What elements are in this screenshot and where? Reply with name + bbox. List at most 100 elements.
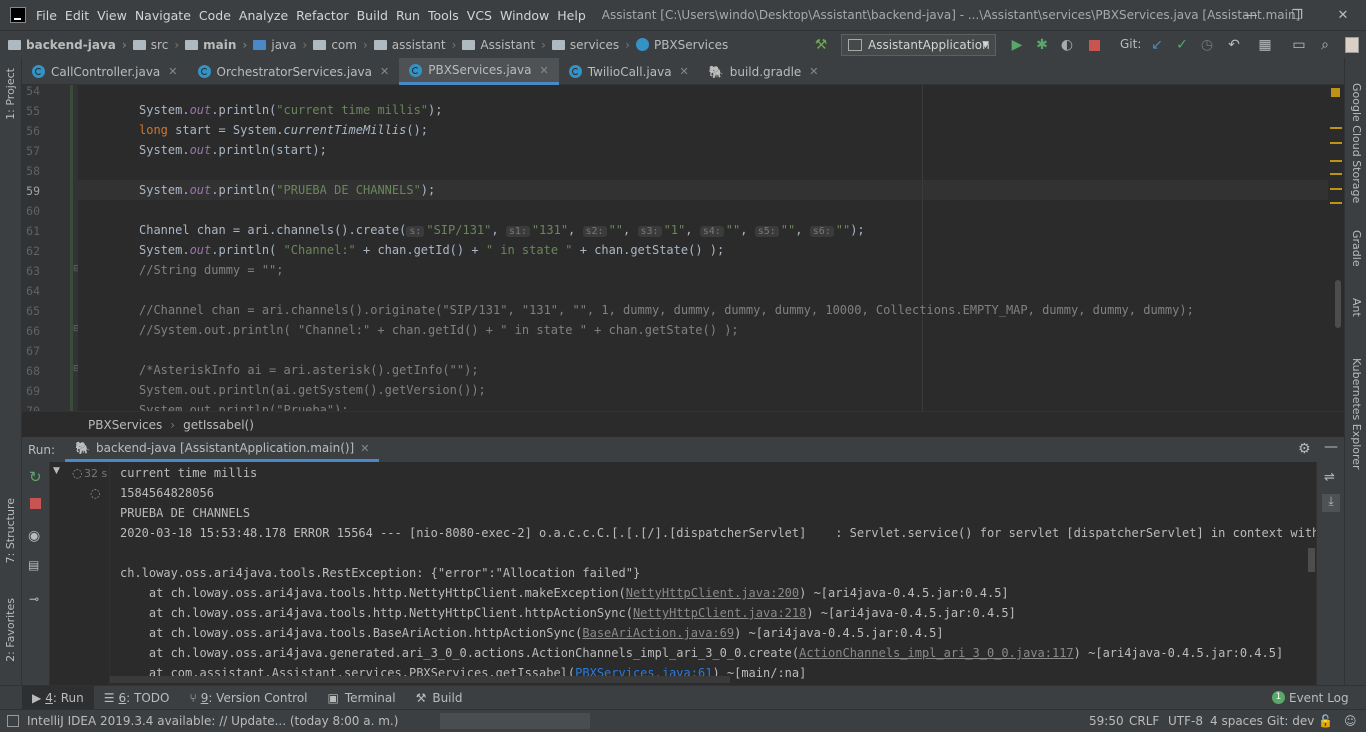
source-link[interactable]: NettyHttpClient.java:200 (626, 586, 799, 600)
tool-todo[interactable]: ☰ 6: TODO (94, 686, 180, 710)
run-tab-backend-java[interactable]: 🐘 backend-java [AssistantApplication.mai… (65, 437, 380, 462)
code-editor[interactable]: System.out.println("current time millis"… (78, 85, 1328, 411)
breadcrumb-com[interactable]: com › (313, 38, 373, 52)
google-cloud-storage-tool-button[interactable]: Google Cloud Storage (1350, 83, 1363, 203)
breadcrumb-backend-java[interactable]: backend-java › (8, 38, 133, 52)
event-log-button[interactable]: 1 Event Log (1262, 686, 1359, 710)
close-icon[interactable]: ✕ (360, 442, 369, 455)
debug-icon[interactable]: ✱ (1033, 36, 1051, 54)
project-tool-button[interactable]: 1: Project (4, 68, 17, 120)
scroll-to-end-icon[interactable]: ⤓ (1322, 494, 1340, 512)
close-icon[interactable]: ✕ (539, 64, 548, 77)
indent-setting[interactable]: 4 spaces (1210, 714, 1263, 728)
restore-button[interactable]: ❐ (1274, 0, 1320, 30)
update-message[interactable]: IntelliJ IDEA 2019.3.4 available: // Upd… (27, 714, 398, 728)
menu-help[interactable]: Help (557, 8, 586, 23)
search-icon[interactable]: ⌕ (1316, 36, 1334, 54)
source-link[interactable]: ActionChannels_impl_ari_3_0_0.java:117 (799, 646, 1074, 660)
kubernetes-explorer-tool-button[interactable]: Kubernetes Explorer (1350, 358, 1363, 470)
line-separator[interactable]: CRLF (1129, 714, 1159, 728)
editor-error-stripe[interactable] (1328, 85, 1344, 411)
coverage-icon[interactable]: ◐ (1058, 36, 1076, 54)
window-layout-icon[interactable]: ▭ (1290, 36, 1308, 54)
console-output[interactable]: current time millis 1584564828056 PRUEBA… (110, 462, 1316, 685)
close-icon[interactable]: ✕ (168, 65, 177, 78)
menu-refactor[interactable]: Refactor (296, 8, 348, 23)
warning-marker[interactable] (1330, 173, 1342, 175)
expand-arrow-icon[interactable]: ▼ (53, 466, 60, 476)
breadcrumb-assistant[interactable]: assistant › (373, 38, 463, 52)
source-link[interactable]: BaseAriAction.java:69 (582, 626, 734, 640)
menu-analyze[interactable]: Analyze (239, 8, 288, 23)
lock-icon[interactable]: 🔓 (1318, 714, 1333, 728)
stop-icon[interactable] (30, 498, 41, 509)
tab-orchestratorservices[interactable]: OrchestratorServices.java ✕ (188, 58, 400, 85)
warning-marker[interactable] (1330, 127, 1342, 129)
inspector-icon[interactable]: ☺ (1344, 714, 1357, 728)
menu-build[interactable]: Build (357, 8, 388, 23)
stop-icon[interactable] (1085, 36, 1103, 54)
warning-marker[interactable] (1330, 142, 1342, 144)
pin-icon[interactable]: ⊸ (29, 592, 39, 606)
close-window-button[interactable]: ✕ (1320, 0, 1366, 30)
eye-icon[interactable]: ◉ (28, 528, 40, 544)
menu-run[interactable]: Run (396, 8, 420, 23)
menu-window[interactable]: Window (500, 8, 549, 23)
tab-build-gradle[interactable]: 🐘 build.gradle ✕ (699, 58, 829, 85)
rollback-icon[interactable]: ↶ (1225, 36, 1243, 54)
breadcrumb-services[interactable]: services › (551, 38, 636, 52)
menu-tools[interactable]: Tools (428, 8, 459, 23)
git-update-icon[interactable]: ↙ (1148, 36, 1166, 54)
close-icon[interactable]: ✕ (380, 65, 389, 78)
favorites-tool-button[interactable]: 2: Favorites (4, 598, 17, 662)
hide-panel-icon[interactable]: — (1324, 439, 1338, 455)
breadcrumb-main[interactable]: main › (185, 38, 253, 52)
cursor-position[interactable]: 59:50 (1089, 714, 1124, 728)
close-icon[interactable]: ✕ (809, 65, 818, 78)
minimize-button[interactable]: — (1228, 0, 1274, 30)
tab-callcontroller[interactable]: CallController.java ✕ (22, 58, 188, 85)
layout-toggle-icon[interactable] (7, 715, 19, 727)
tab-twiliocall[interactable]: TwilioCall.java ✕ (559, 58, 699, 85)
run-icon[interactable]: ▶ (1008, 36, 1026, 54)
close-icon[interactable]: ✕ (680, 65, 689, 78)
tab-pbxservices[interactable]: PBXServices.java ✕ (399, 58, 559, 85)
build-hammer-icon[interactable]: ⚒ (812, 36, 830, 54)
tool-run[interactable]: ▶ 4: Run (22, 685, 94, 710)
soft-wrap-icon[interactable]: ⇌ (1324, 470, 1335, 485)
menu-code[interactable]: Code (199, 8, 231, 23)
tool-version-control[interactable]: ⑂ 9: Version Control (179, 686, 317, 710)
breadcrumb-src[interactable]: src › (132, 38, 185, 52)
ant-tool-button[interactable]: Ant (1350, 298, 1363, 317)
git-history-icon[interactable]: ◷ (1198, 36, 1216, 54)
git-branch[interactable]: Git: dev (1267, 714, 1314, 728)
structure-tool-button[interactable]: 7: Structure (4, 498, 17, 563)
breadcrumb-method[interactable]: getIssabel() (183, 418, 254, 432)
tool-terminal[interactable]: ▣ Terminal (318, 686, 406, 710)
rerun-icon[interactable]: ↻ (29, 468, 42, 486)
menu-edit[interactable]: Edit (65, 8, 89, 23)
breadcrumb-Assistant[interactable]: Assistant › (462, 38, 551, 52)
warning-marker[interactable] (1330, 188, 1342, 190)
menu-file[interactable]: File (36, 8, 57, 23)
source-link[interactable]: NettyHttpClient.java:218 (633, 606, 806, 620)
console-hscroll-thumb[interactable] (110, 676, 730, 683)
git-commit-icon[interactable]: ✓ (1173, 36, 1191, 54)
user-avatar-icon[interactable] (1343, 36, 1361, 54)
menu-vcs[interactable]: VCS (467, 8, 492, 23)
menu-navigate[interactable]: Navigate (135, 8, 191, 23)
gear-icon[interactable]: ⚙ (1298, 441, 1311, 457)
editor-scrollbar-thumb[interactable] (1335, 280, 1341, 328)
console-scrollbar-thumb[interactable] (1308, 548, 1315, 572)
breadcrumb-pbxservices[interactable]: PBXServices (635, 38, 728, 52)
warning-indicator-icon[interactable] (1331, 88, 1340, 97)
layout-icon[interactable]: ▤ (28, 558, 39, 572)
warning-marker[interactable] (1330, 160, 1342, 162)
file-encoding[interactable]: UTF-8 (1168, 714, 1203, 728)
tool-build[interactable]: ⚒ Build (406, 686, 473, 710)
run-configuration-select[interactable]: AssistantApplication ▼ (841, 34, 996, 56)
warning-marker[interactable] (1330, 202, 1342, 204)
gradle-tool-button[interactable]: Gradle (1350, 230, 1363, 267)
breadcrumb-java[interactable]: java › (253, 38, 313, 52)
menu-view[interactable]: View (97, 8, 127, 23)
